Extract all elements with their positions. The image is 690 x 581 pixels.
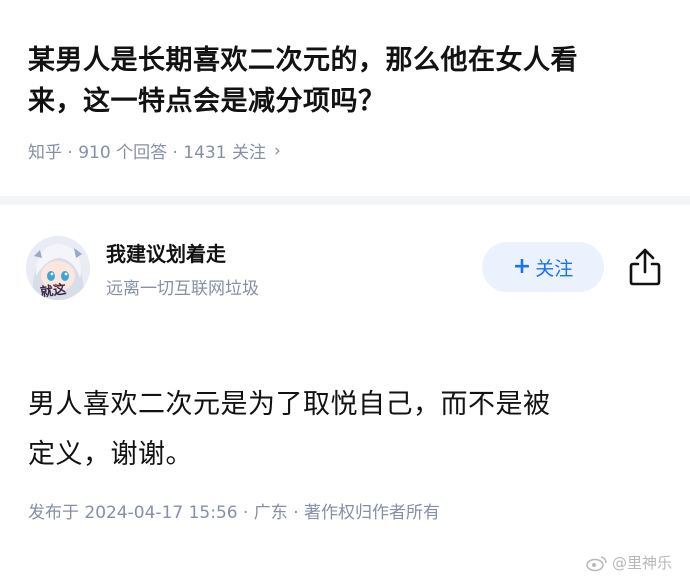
- answer-content: 男人喜欢二次元是为了取悦自己，而不是被 定义，谢谢。: [28, 380, 658, 480]
- chevron-right-icon: ›: [273, 140, 281, 161]
- answer-publish-info: 发布于 2024-04-17 15:56 · 广东 · 著作权归作者所有: [28, 503, 441, 523]
- follow-button[interactable]: + 关注: [482, 242, 604, 292]
- avatar[interactable]: 就这: [26, 236, 90, 300]
- section-divider: [0, 196, 690, 205]
- answer-page: 某男人是长期喜欢二次元的，那么他在女人看 来，这一特点会是减分项吗？ 知乎 · …: [0, 0, 690, 581]
- question-header[interactable]: 某男人是长期喜欢二次元的，那么他在女人看 来，这一特点会是减分项吗？ 知乎 · …: [28, 40, 668, 163]
- author-bio: 远离一切互联网垃圾: [106, 279, 259, 299]
- follow-label: 关注: [535, 257, 574, 280]
- avatar-caption: 就这: [39, 282, 68, 300]
- share-icon[interactable]: [626, 246, 664, 288]
- answer-body: 男人喜欢二次元是为了取悦自己，而不是被 定义，谢谢。 发布于 2024-04-1…: [28, 380, 658, 523]
- answer-line: 男人喜欢二次元是为了取悦自己，而不是被: [28, 389, 551, 420]
- question-title-line: 某男人是长期喜欢二次元的，那么他在女人看: [28, 45, 578, 76]
- watermark: @里神乐: [586, 552, 672, 573]
- plus-icon: +: [512, 254, 532, 279]
- answer-line: 定义，谢谢。: [28, 439, 193, 470]
- weibo-icon: [586, 555, 607, 571]
- share-icon-glyph: [629, 248, 661, 286]
- question-title[interactable]: 某男人是长期喜欢二次元的，那么他在女人看 来，这一特点会是减分项吗？: [28, 40, 668, 122]
- watermark-text: @里神乐: [611, 554, 672, 572]
- question-title-line: 来，这一特点会是减分项吗？: [28, 86, 386, 117]
- author-name[interactable]: 我建议划着走: [106, 238, 226, 267]
- question-meta[interactable]: 知乎 · 910 个回答 · 1431 关注 ›: [28, 138, 668, 164]
- author-row: 就这 我建议划着走 远离一切互联网垃圾 + 关注: [26, 236, 666, 302]
- question-stats: 知乎 · 910 个回答 · 1431 关注: [28, 143, 266, 163]
